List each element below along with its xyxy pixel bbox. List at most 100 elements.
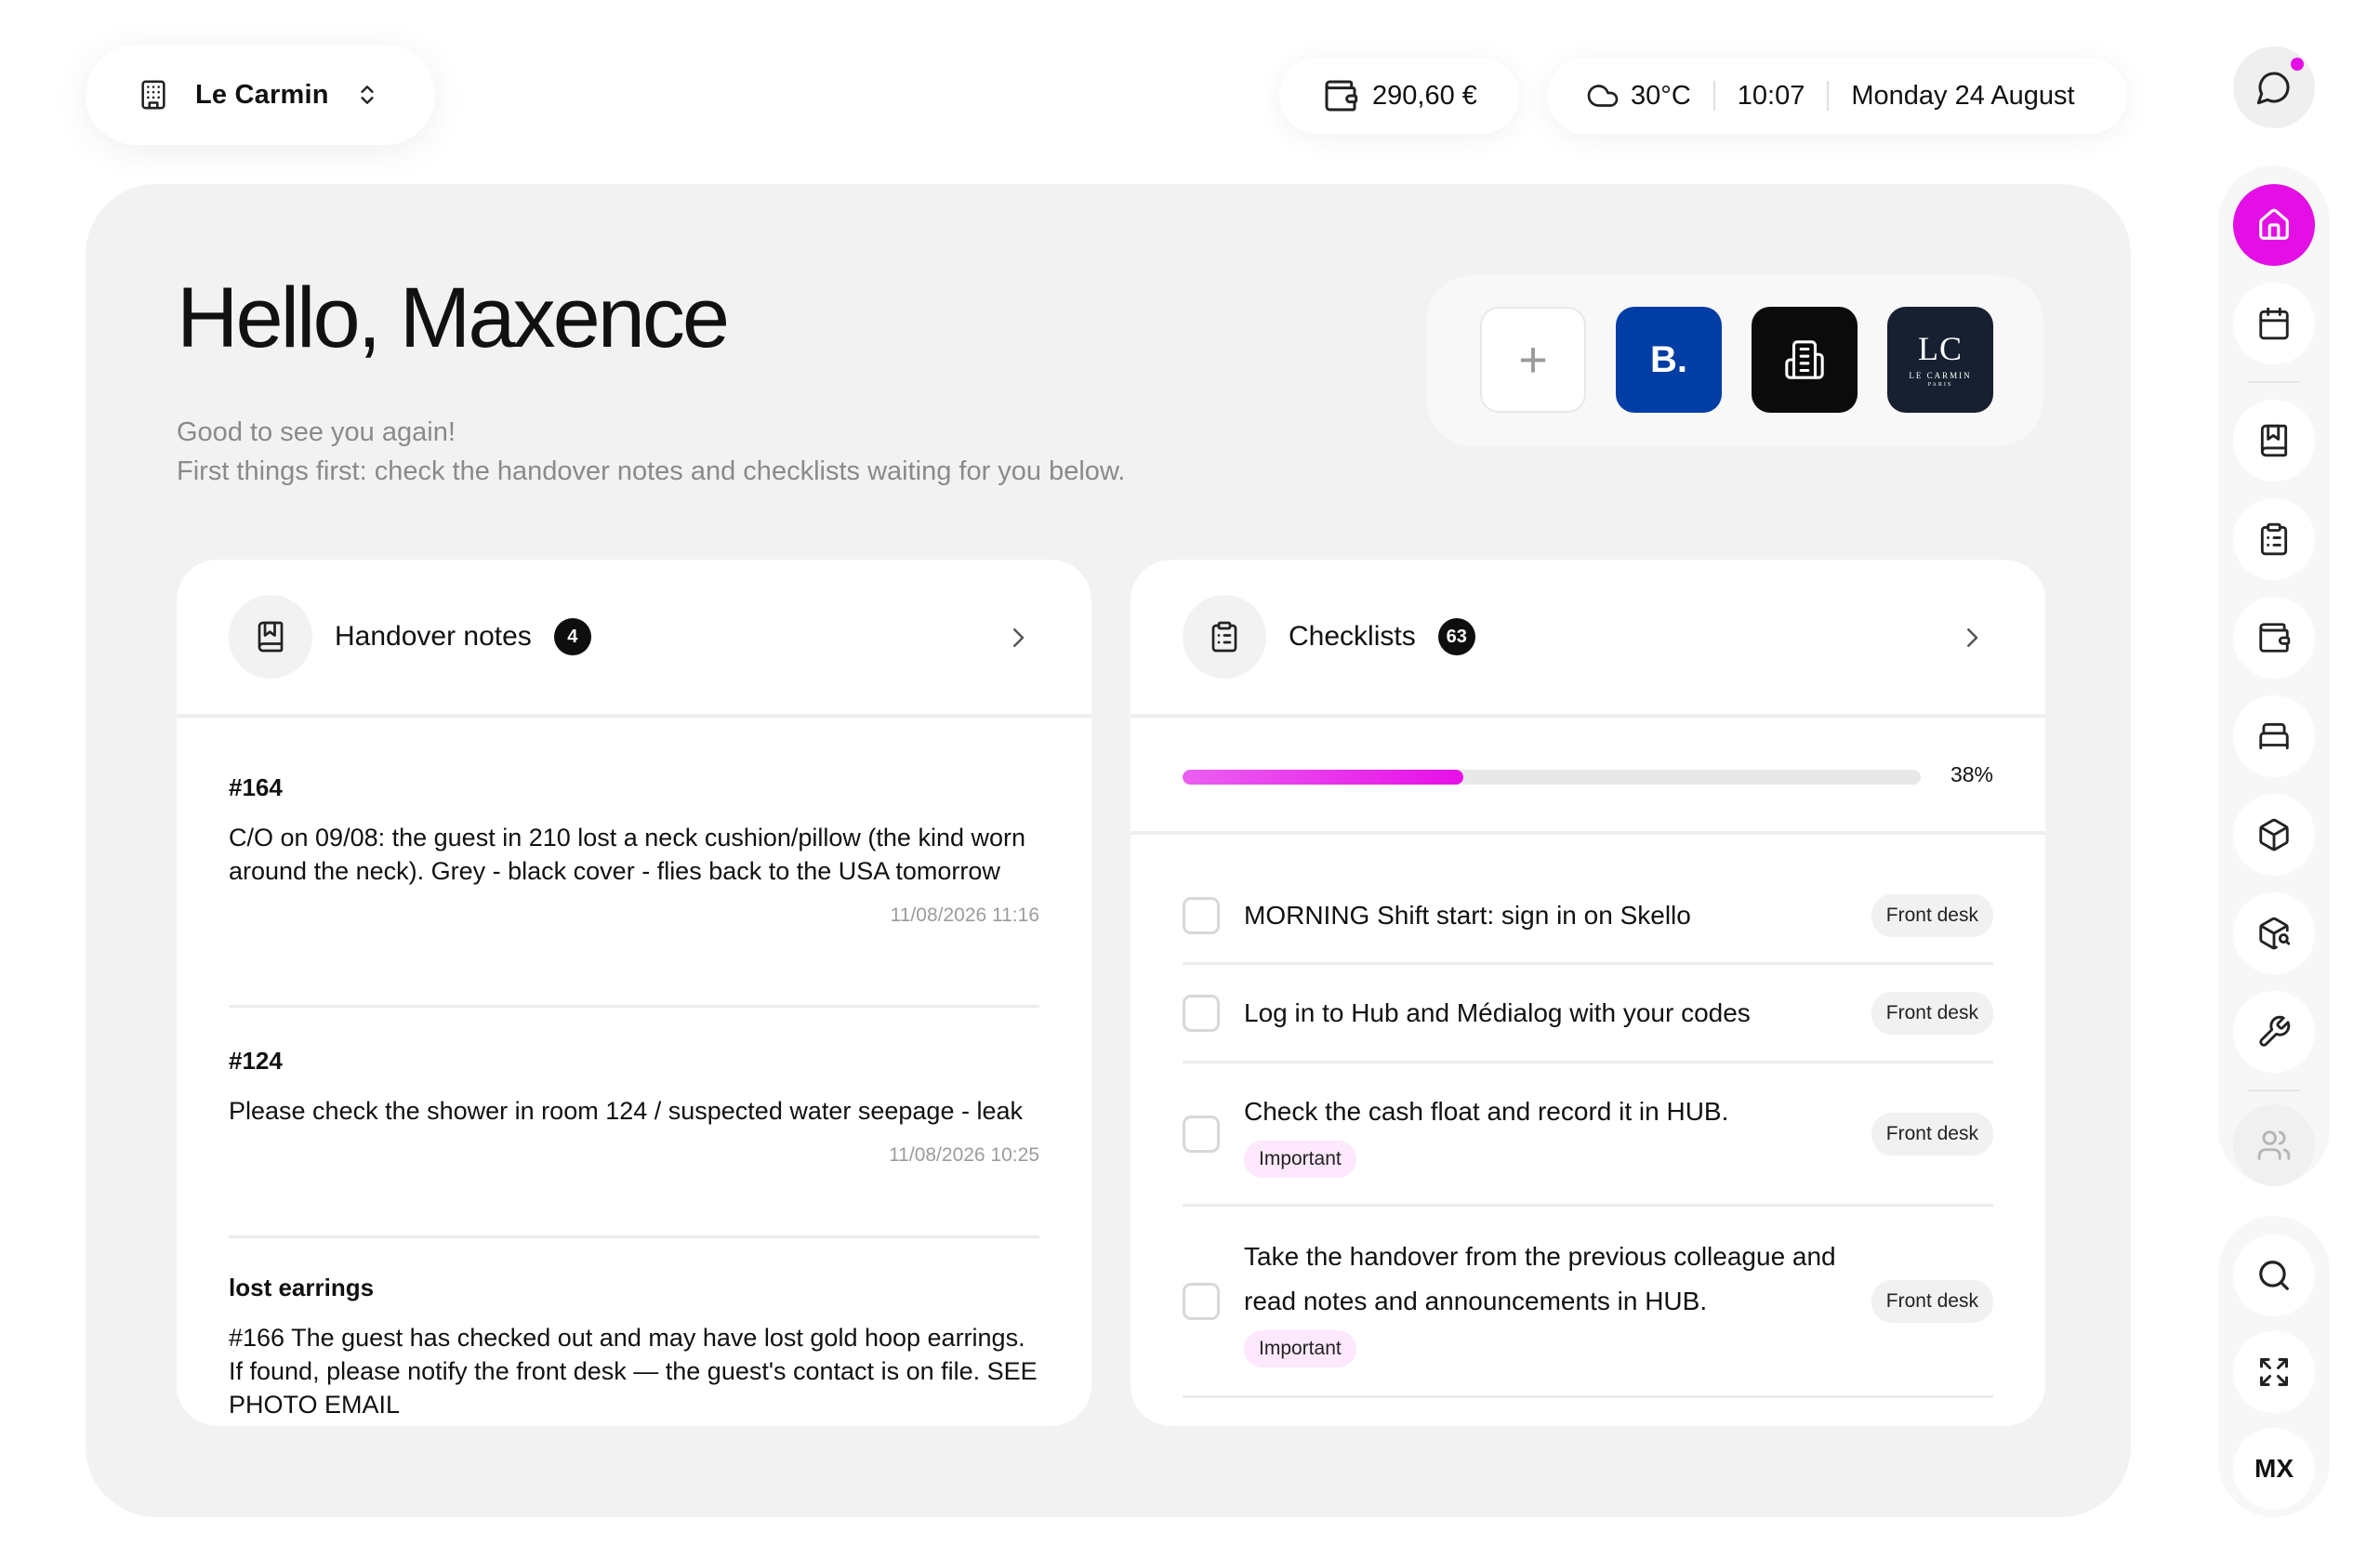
divider	[2248, 1089, 2300, 1091]
wallet-balance[interactable]: 290,60 €	[1279, 58, 1519, 134]
fullscreen-button[interactable]	[2233, 1331, 2315, 1413]
building-app-button[interactable]	[1752, 307, 1858, 413]
search-button[interactable]	[2233, 1235, 2315, 1316]
checklists-header[interactable]: Checklists 63	[1130, 560, 2045, 718]
note-body: C/O on 09/08: the guest in 210 lost a ne…	[229, 824, 1025, 885]
dashboard-panel: Hello, Maxence Good to see you again! Fi…	[86, 184, 2131, 1517]
checklists-count-badge: 63	[1437, 618, 1475, 655]
note-timestamp: 11/08/2026 11:16	[890, 905, 1039, 926]
handover-notes-title: Handover notes	[335, 621, 532, 652]
checklist-item-body: Take the handover from the previous coll…	[1244, 1235, 1871, 1368]
users-icon	[2256, 1128, 2292, 1163]
note-item[interactable]: #164 C/O on 09/08: the guest in 210 lost…	[229, 718, 1039, 1008]
nav-team[interactable]	[2233, 1104, 2315, 1186]
le-carmin-app-button[interactable]: LC LE CARMIN PARIS	[1887, 307, 1993, 413]
nav-rooms[interactable]	[2233, 695, 2315, 777]
nav-wallet[interactable]	[2233, 597, 2315, 679]
greeting-subtext: Good to see you again! First things firs…	[177, 413, 1125, 491]
current-time: 10:07	[1737, 80, 1805, 111]
hotel-selector[interactable]: Le Carmin	[86, 45, 435, 145]
building-icon	[138, 77, 169, 112]
progress-fill	[1183, 770, 1463, 785]
checklist-progress: 38%	[1130, 718, 2045, 835]
checklists-title: Checklists	[1289, 621, 1416, 652]
clipboard-icon	[2256, 522, 2292, 557]
department-tag: Front desk	[1871, 991, 1993, 1035]
expand-icon	[2257, 1355, 2291, 1389]
bed-icon	[2256, 719, 2292, 754]
checklist-item-text: Log in to Hub and Médialog with your cod…	[1244, 997, 1751, 1027]
home-icon	[2256, 207, 2292, 243]
lc-logo-sub-2: PARIS	[1927, 382, 1953, 388]
notification-dot	[2291, 58, 2304, 71]
note-item[interactable]: lost earrings #166 The guest has checked…	[229, 1238, 1039, 1421]
greeting-line-1: Good to see you again!	[177, 417, 456, 447]
add-app-button[interactable]: +	[1480, 307, 1586, 413]
checkbox[interactable]	[1183, 1115, 1220, 1153]
building-icon	[1783, 338, 1826, 381]
checkbox[interactable]	[1183, 994, 1220, 1032]
user-avatar-button[interactable]: MX	[2233, 1428, 2315, 1510]
handover-notes-header[interactable]: Handover notes 4	[177, 560, 1091, 718]
note-title: lost earrings	[229, 1274, 375, 1301]
cloud-icon	[1586, 79, 1620, 112]
note-timestamp: 11/08/2026 10:25	[889, 1144, 1039, 1166]
hotel-name: Le Carmin	[195, 79, 329, 110]
note-body: Please check the shower in room 124 / su…	[229, 1097, 1023, 1125]
divider	[1712, 81, 1715, 111]
wallet-icon	[1322, 77, 1359, 114]
sidebar-tools: MX	[2218, 1216, 2330, 1517]
booking-logo: B.	[1650, 338, 1687, 380]
note-title: #124	[229, 1047, 283, 1075]
note-item[interactable]: #124 Please check the shower in room 124…	[229, 1008, 1039, 1238]
lc-logo-sub: LE CARMIN	[1909, 371, 1972, 380]
nav-lost-found[interactable]	[2233, 892, 2315, 974]
temperature: 30°C	[1631, 80, 1691, 111]
balance-amount: 290,60 €	[1372, 80, 1477, 111]
booking-app-button[interactable]: B.	[1616, 307, 1722, 413]
checklist-item-text: Check the cash float and record it in HU…	[1244, 1096, 1729, 1126]
notebook-icon	[2256, 423, 2292, 458]
wrench-icon	[2256, 1014, 2292, 1050]
divider	[2248, 381, 2300, 383]
box-icon	[2256, 817, 2292, 852]
wallet-icon	[2256, 620, 2292, 655]
clipboard-icon	[1183, 595, 1266, 679]
department-tag: Front desk	[1871, 1279, 1993, 1323]
greeting-line-2: First things first: check the handover n…	[177, 456, 1126, 486]
lc-logo: LC	[1917, 330, 1963, 367]
current-date: Monday 24 August	[1851, 80, 2075, 111]
checklist-item-body: Check the cash float and record it in HU…	[1244, 1089, 1871, 1179]
progress-track	[1183, 770, 1921, 785]
nav-packages[interactable]	[2233, 794, 2315, 876]
nav-maintenance[interactable]	[2233, 991, 2315, 1073]
handover-count-badge: 4	[553, 618, 591, 655]
chat-button[interactable]	[2233, 46, 2315, 128]
important-tag: Important	[1244, 1140, 1356, 1178]
checklist-item: Take the handover from the previous coll…	[1183, 1207, 1993, 1398]
checklist-item-text: Take the handover from the previous coll…	[1244, 1241, 1836, 1315]
avatar-initials: MX	[2254, 1454, 2294, 1483]
nav-checklists[interactable]	[2233, 498, 2315, 580]
sidebar-nav	[2218, 165, 2330, 1186]
note-body: #166 The guest has checked out and may h…	[229, 1324, 1038, 1419]
checklist-item: MORNING Shift start: sign in on Skello F…	[1183, 835, 1993, 965]
nav-home[interactable]	[2233, 184, 2315, 266]
important-tag: Important	[1244, 1329, 1356, 1367]
plus-icon: +	[1518, 332, 1548, 388]
checklist-item-text: MORNING Shift start: sign in on Skello	[1244, 900, 1691, 930]
checklist-items: MORNING Shift start: sign in on Skello F…	[1130, 835, 2045, 1398]
chevron-right-icon	[1958, 623, 1986, 653]
nav-handover-notes[interactable]	[2233, 400, 2315, 482]
weather-datetime: 30°C 10:07 Monday 24 August	[1547, 58, 2127, 134]
page-title: Hello, Maxence	[177, 271, 730, 365]
notebook-icon	[229, 595, 312, 679]
checkbox[interactable]	[1183, 896, 1220, 934]
checkbox[interactable]	[1183, 1282, 1220, 1320]
nav-calendar[interactable]	[2233, 283, 2315, 364]
package-search-icon	[2256, 916, 2292, 951]
search-icon	[2256, 1258, 2292, 1293]
department-tag: Front desk	[1871, 1112, 1993, 1155]
progress-percent: 38%	[1950, 762, 1993, 786]
checklists-card: Checklists 63 38% MORNING Shift start: s…	[1130, 560, 2045, 1426]
